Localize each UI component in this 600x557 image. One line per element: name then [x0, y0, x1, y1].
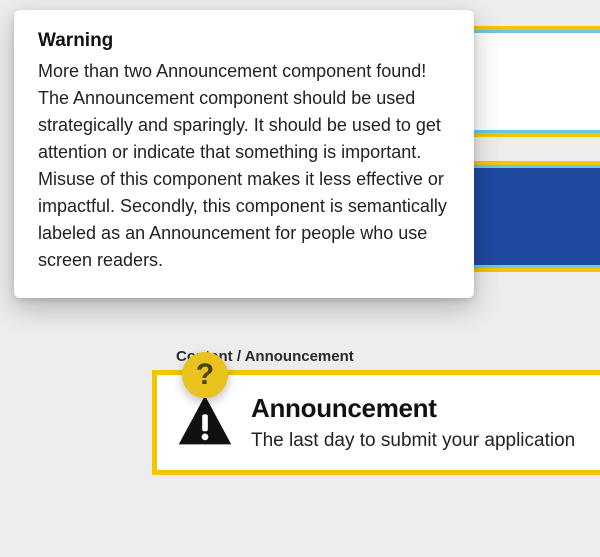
help-badge-glyph: ?: [196, 358, 214, 392]
announcement-body-text: The last day to submit your application: [251, 430, 600, 452]
help-badge-icon[interactable]: ?: [182, 352, 228, 398]
popover-title: Warning: [38, 30, 450, 52]
warning-triangle-icon: [175, 389, 235, 451]
warning-popover: Warning More than two Announcement compo…: [14, 10, 474, 298]
popover-body: More than two Announcement component fou…: [38, 58, 450, 274]
announcement-heading: Announcement: [251, 393, 600, 424]
